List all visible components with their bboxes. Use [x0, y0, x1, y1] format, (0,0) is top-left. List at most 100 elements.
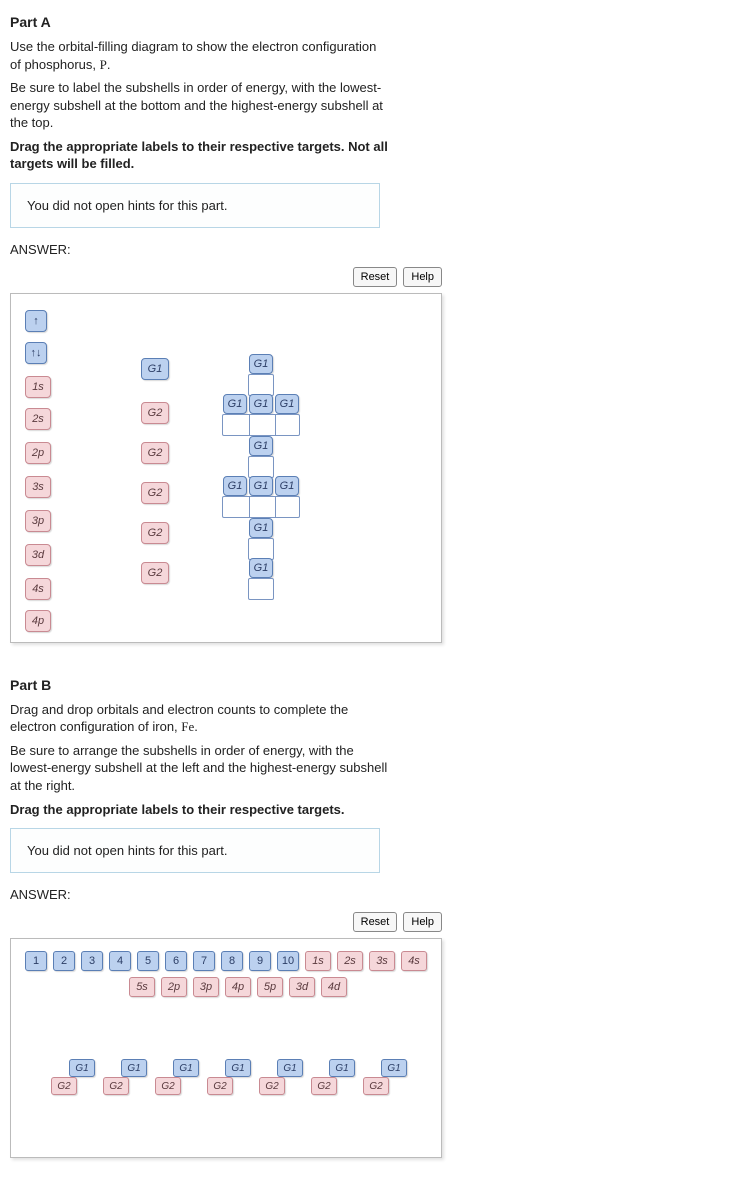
target-pair-3[interactable]: G1 G2	[155, 1059, 199, 1095]
element-symbol-p: P	[100, 57, 107, 72]
reset-button-b[interactable]: Reset	[353, 912, 398, 932]
orbital-2p-tile[interactable]: 2p	[161, 977, 187, 997]
arrow-up-tile[interactable]: ↑	[25, 310, 47, 332]
electron-g1-r6[interactable]: G1	[249, 558, 273, 578]
electron-g1-r1[interactable]: G1	[249, 354, 273, 374]
target-g1-5[interactable]: G1	[277, 1059, 303, 1077]
target-pair-2[interactable]: G1 G2	[103, 1059, 147, 1095]
orbital-4p-tile[interactable]: 4p	[225, 977, 251, 997]
target-g2-4[interactable]: G2	[207, 1077, 233, 1095]
target-pair-5[interactable]: G1 G2	[259, 1059, 303, 1095]
subshell-3p-tile[interactable]: 3p	[25, 510, 51, 532]
count-4-tile[interactable]: 4	[109, 951, 131, 971]
g1-label-tile-col2[interactable]: G1	[141, 358, 169, 380]
drop-slot-r1[interactable]	[248, 374, 274, 396]
subshell-1s-tile[interactable]: 1s	[25, 376, 51, 398]
target-g2-7[interactable]: G2	[363, 1077, 389, 1095]
electron-g1-r4c[interactable]: G1	[275, 476, 299, 496]
count-5-tile[interactable]: 5	[137, 951, 159, 971]
count-7-tile[interactable]: 7	[193, 951, 215, 971]
answer-label-b: ANSWER:	[10, 887, 724, 902]
target-g2-2[interactable]: G2	[103, 1077, 129, 1095]
target-pair-7[interactable]: G1 G2	[363, 1059, 407, 1095]
hint-text: You did not open hints for this part.	[27, 198, 227, 213]
subshell-4s-tile[interactable]: 4s	[25, 578, 51, 600]
orbital-5p-tile[interactable]: 5p	[257, 977, 283, 997]
subshell-2s-tile[interactable]: 2s	[25, 408, 51, 430]
hint-box-a: You did not open hints for this part.	[10, 183, 380, 228]
subshell-4p-tile[interactable]: 4p	[25, 610, 51, 632]
target-pair-4[interactable]: G1 G2	[207, 1059, 251, 1095]
drop-slot-r2[interactable]	[222, 414, 300, 436]
drop-slot-r5[interactable]	[248, 538, 274, 560]
part-b-title: Part B	[10, 677, 724, 693]
drop-slot-r4[interactable]	[222, 496, 300, 518]
text: .	[107, 57, 111, 72]
part-a-title: Part A	[10, 14, 724, 30]
electron-g1-r2a[interactable]: G1	[223, 394, 247, 414]
target-g2-6[interactable]: G2	[311, 1077, 337, 1095]
orbital-1s-tile[interactable]: 1s	[305, 951, 331, 971]
part-a-paragraph-2: Be sure to label the subshells in order …	[10, 79, 390, 132]
count-3-tile[interactable]: 3	[81, 951, 103, 971]
element-symbol-fe: Fe	[181, 719, 194, 734]
target-g2-5[interactable]: G2	[259, 1077, 285, 1095]
target-g1-2[interactable]: G1	[121, 1059, 147, 1077]
part-b-instruction: Drag the appropriate labels to their res…	[10, 801, 390, 819]
electron-g1-r4b[interactable]: G1	[249, 476, 273, 496]
count-10-tile[interactable]: 10	[277, 951, 299, 971]
g2-label-tile-3[interactable]: G2	[141, 482, 169, 504]
count-9-tile[interactable]: 9	[249, 951, 271, 971]
target-pair-1[interactable]: G1 G2	[51, 1059, 95, 1095]
count-2-tile[interactable]: 2	[53, 951, 75, 971]
help-button-b[interactable]: Help	[403, 912, 442, 932]
electron-g1-r3[interactable]: G1	[249, 436, 273, 456]
text: Drag and drop orbitals and electron coun…	[10, 702, 348, 735]
workspace-b[interactable]: 1 2 3 4 5 6 7 8 9 10 1s 2s 3s 4s 5s 2p 3…	[10, 938, 442, 1158]
answer-label-a: ANSWER:	[10, 242, 724, 257]
part-b-paragraph-1: Drag and drop orbitals and electron coun…	[10, 701, 390, 736]
electron-g1-r2c[interactable]: G1	[275, 394, 299, 414]
target-g2-3[interactable]: G2	[155, 1077, 181, 1095]
orbital-2s-tile[interactable]: 2s	[337, 951, 363, 971]
drop-slot-r6[interactable]	[248, 578, 274, 600]
count-8-tile[interactable]: 8	[221, 951, 243, 971]
orbital-3p-tile[interactable]: 3p	[193, 977, 219, 997]
count-1-tile[interactable]: 1	[25, 951, 47, 971]
orbital-4s-tile[interactable]: 4s	[401, 951, 427, 971]
text: .	[194, 719, 198, 734]
subshell-2p-tile[interactable]: 2p	[25, 442, 51, 464]
g2-label-tile-1[interactable]: G2	[141, 402, 169, 424]
g2-label-tile-4[interactable]: G2	[141, 522, 169, 544]
electron-g1-r5[interactable]: G1	[249, 518, 273, 538]
workspace-a[interactable]: ↑ ↑↓ 1s 2s 2p 3s 3p 3d 4s 4p G1 G2 G2 G2…	[10, 293, 442, 643]
part-a-instruction: Drag the appropriate labels to their res…	[10, 138, 390, 173]
drop-slot-r3[interactable]	[248, 456, 274, 478]
part-a-paragraph-1: Use the orbital-filling diagram to show …	[10, 38, 390, 73]
electron-g1-r4a[interactable]: G1	[223, 476, 247, 496]
orbital-3d-tile[interactable]: 3d	[289, 977, 315, 997]
orbital-4d-tile[interactable]: 4d	[321, 977, 347, 997]
target-g1-1[interactable]: G1	[69, 1059, 95, 1077]
subshell-3s-tile[interactable]: 3s	[25, 476, 51, 498]
reset-button-a[interactable]: Reset	[353, 267, 398, 287]
subshell-3d-tile[interactable]: 3d	[25, 544, 51, 566]
arrow-updown-tile[interactable]: ↑↓	[25, 342, 47, 364]
hint-text-b: You did not open hints for this part.	[27, 843, 227, 858]
target-pair-6[interactable]: G1 G2	[311, 1059, 355, 1095]
electron-g1-r2b[interactable]: G1	[249, 394, 273, 414]
target-g1-4[interactable]: G1	[225, 1059, 251, 1077]
hint-box-b: You did not open hints for this part.	[10, 828, 380, 873]
target-g1-3[interactable]: G1	[173, 1059, 199, 1077]
part-b-paragraph-2: Be sure to arrange the subshells in orde…	[10, 742, 390, 795]
target-g1-6[interactable]: G1	[329, 1059, 355, 1077]
orbital-5s-tile[interactable]: 5s	[129, 977, 155, 997]
orbital-3s-tile[interactable]: 3s	[369, 951, 395, 971]
count-6-tile[interactable]: 6	[165, 951, 187, 971]
g2-label-tile-5[interactable]: G2	[141, 562, 169, 584]
g2-label-tile-2[interactable]: G2	[141, 442, 169, 464]
text: Use the orbital-filling diagram to show …	[10, 39, 376, 72]
help-button-a[interactable]: Help	[403, 267, 442, 287]
target-g2-1[interactable]: G2	[51, 1077, 77, 1095]
target-g1-7[interactable]: G1	[381, 1059, 407, 1077]
